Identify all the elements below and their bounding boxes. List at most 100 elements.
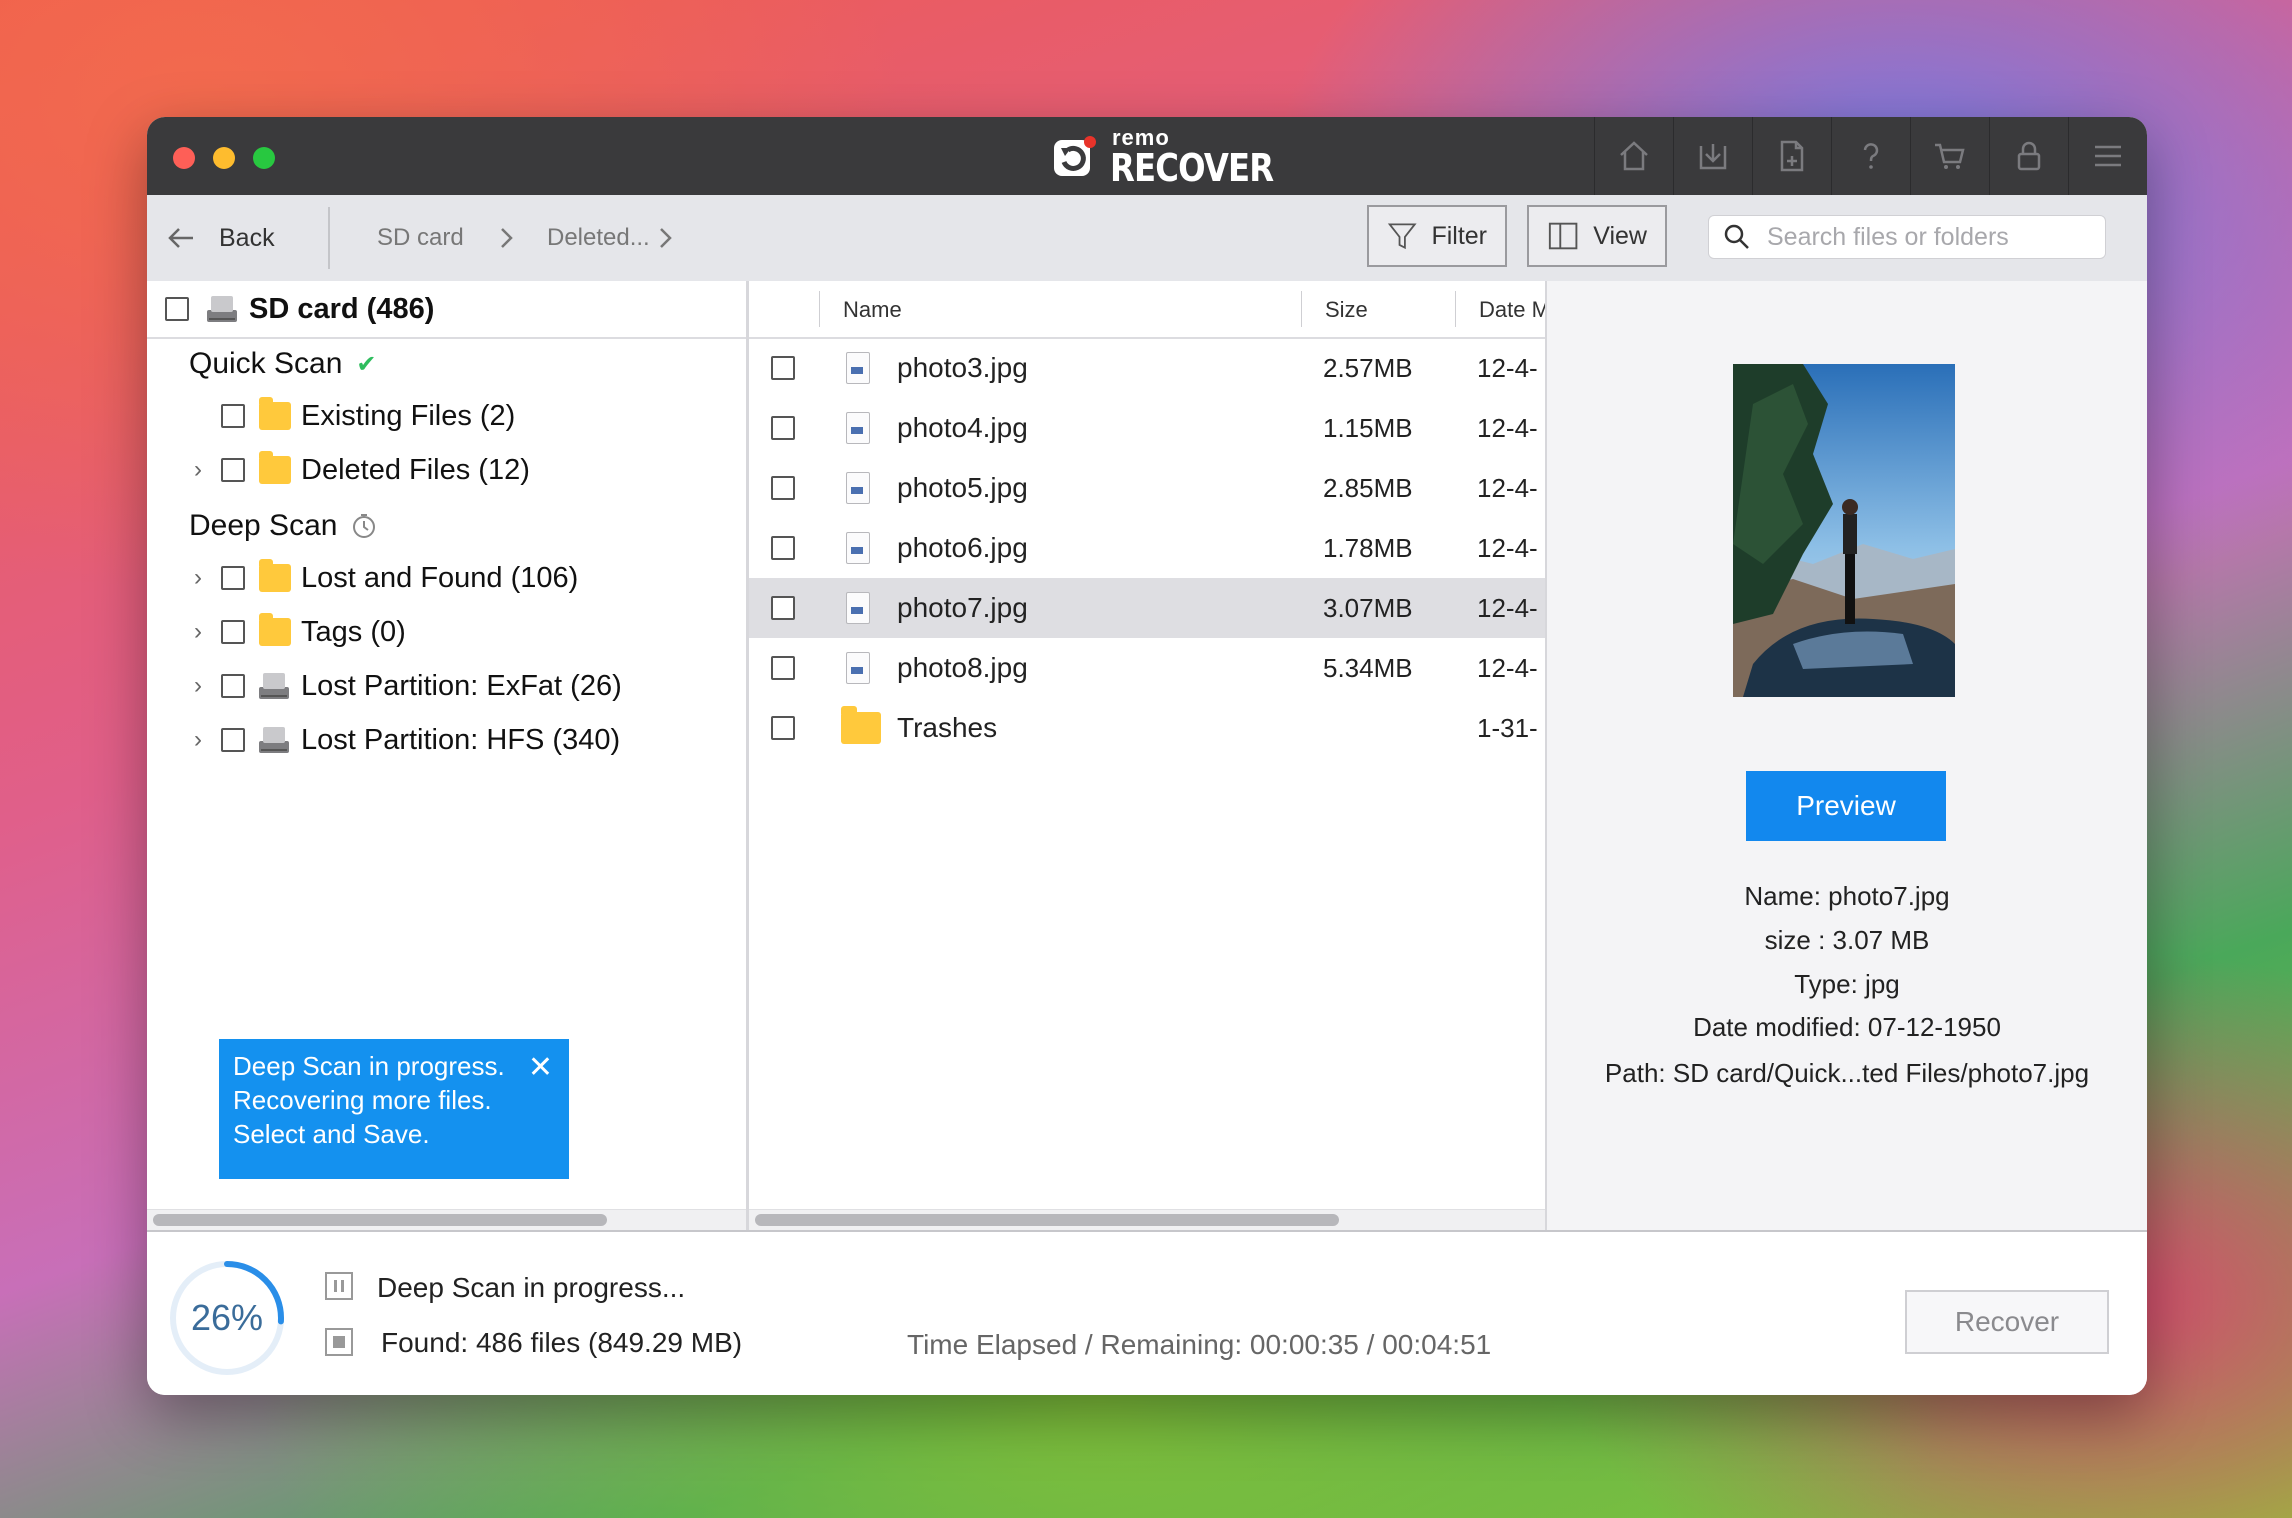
tree-item-label: Tags (0) bbox=[301, 615, 406, 648]
tree-root-row[interactable]: SD card (486) bbox=[147, 281, 746, 339]
tree-item-lost-and-found[interactable]: › Lost and Found (106) bbox=[185, 553, 578, 603]
folder-tree-panel: SD card (486) Quick Scan ✔ Existing File… bbox=[147, 281, 749, 1230]
search-input[interactable] bbox=[1765, 221, 2089, 253]
view-button[interactable]: View bbox=[1527, 205, 1667, 267]
scan-status-text: Deep Scan in progress... bbox=[377, 1272, 686, 1303]
help-button[interactable] bbox=[1831, 117, 1910, 195]
folder-icon bbox=[259, 451, 291, 484]
tree-horizontal-scrollbar[interactable] bbox=[147, 1209, 746, 1230]
tree-item-checkbox[interactable] bbox=[221, 674, 245, 698]
tree-item-checkbox[interactable] bbox=[221, 566, 245, 590]
scrollbar-thumb[interactable] bbox=[153, 1214, 607, 1226]
tree-item-label: Lost Partition: ExFat (26) bbox=[301, 669, 622, 702]
pause-button[interactable] bbox=[325, 1272, 353, 1300]
recover-button[interactable]: Recover bbox=[1905, 1290, 2109, 1354]
row-checkbox[interactable] bbox=[771, 476, 795, 500]
maximize-window-button[interactable] bbox=[253, 147, 275, 169]
detail-date-modified: Date modified: 07-12-1950 bbox=[1693, 1012, 2001, 1042]
search-box[interactable] bbox=[1708, 215, 2106, 259]
tree-item-lost-partition-exfat[interactable]: › Lost Partition: ExFat (26) bbox=[185, 661, 622, 711]
file-size: 1.15MB bbox=[1323, 412, 1413, 443]
file-date: 12-4- bbox=[1477, 652, 1538, 683]
tree-item-label: Lost and Found (106) bbox=[301, 561, 579, 594]
back-label: Back bbox=[219, 223, 275, 252]
menu-button[interactable] bbox=[2068, 117, 2147, 195]
stop-button[interactable] bbox=[325, 1328, 353, 1356]
column-date-header[interactable]: Date M bbox=[1479, 297, 1545, 323]
view-panel-icon bbox=[1548, 222, 1578, 250]
breadcrumb-sd-card[interactable]: SD card bbox=[377, 217, 464, 259]
row-checkbox[interactable] bbox=[771, 656, 795, 680]
checkmark-icon: ✔ bbox=[356, 350, 377, 378]
table-row[interactable]: photo5.jpg 2.85MB 12-4- bbox=[749, 458, 1545, 518]
file-date: 12-4- bbox=[1477, 592, 1538, 623]
close-icon[interactable]: ✕ bbox=[528, 1051, 553, 1085]
activate-button[interactable] bbox=[1989, 117, 2068, 195]
breadcrumb-sd-card-label: SD card bbox=[377, 224, 464, 251]
file-list-horizontal-scrollbar[interactable] bbox=[749, 1209, 1545, 1230]
table-row[interactable]: photo8.jpg 5.34MB 12-4- bbox=[749, 638, 1545, 698]
file-name: photo8.jpg bbox=[897, 652, 1028, 683]
download-icon bbox=[1699, 144, 1727, 170]
tree-item-deleted-files[interactable]: › Deleted Files (12) bbox=[185, 445, 530, 495]
table-row[interactable]: Trashes 1-31- bbox=[749, 698, 1545, 758]
root-checkbox[interactable] bbox=[165, 297, 189, 321]
chevron-right-icon[interactable]: › bbox=[185, 726, 211, 754]
home-button[interactable] bbox=[1594, 117, 1673, 195]
scan-status-bar: 26% Deep Scan in progress... Found: 486 … bbox=[147, 1230, 2147, 1395]
row-checkbox[interactable] bbox=[771, 416, 795, 440]
table-row[interactable]: photo4.jpg 1.15MB 12-4- bbox=[749, 398, 1545, 458]
breadcrumb-chevron-icon bbox=[497, 217, 517, 259]
folder-icon bbox=[259, 559, 291, 592]
scrollbar-thumb[interactable] bbox=[755, 1214, 1339, 1226]
tree-item-tags[interactable]: › Tags (0) bbox=[185, 607, 406, 657]
column-name-header[interactable]: Name bbox=[843, 297, 902, 323]
file-date: 12-4- bbox=[1477, 412, 1538, 443]
filter-label: Filter bbox=[1431, 221, 1487, 250]
quick-scan-header: Quick Scan ✔ bbox=[189, 347, 377, 381]
tree-item-checkbox[interactable] bbox=[221, 728, 245, 752]
tree-item-checkbox[interactable] bbox=[221, 404, 245, 428]
row-checkbox[interactable] bbox=[771, 356, 795, 380]
tree-item-checkbox[interactable] bbox=[221, 620, 245, 644]
minimize-window-button[interactable] bbox=[213, 147, 235, 169]
remo-logo-icon bbox=[1054, 136, 1096, 176]
stop-icon bbox=[333, 1336, 345, 1348]
chevron-right-icon[interactable]: › bbox=[185, 672, 211, 700]
chevron-right-icon[interactable]: › bbox=[185, 456, 211, 484]
file-date: 12-4- bbox=[1477, 532, 1538, 563]
cart-button[interactable] bbox=[1910, 117, 1989, 195]
table-row[interactable]: photo6.jpg 1.78MB 12-4- bbox=[749, 518, 1545, 578]
close-window-button[interactable] bbox=[173, 147, 195, 169]
row-checkbox[interactable] bbox=[771, 536, 795, 560]
found-files-text: Found: 486 files (849.29 MB) bbox=[381, 1327, 743, 1358]
help-icon bbox=[1863, 143, 1879, 169]
column-divider bbox=[1301, 291, 1302, 327]
tree-item-label: Deleted Files (12) bbox=[301, 453, 530, 486]
lock-icon bbox=[2017, 141, 2041, 171]
title-bar: remo RECOVER bbox=[147, 117, 2147, 195]
filter-button[interactable]: Filter bbox=[1367, 205, 1507, 267]
sd-card-drive-icon bbox=[207, 296, 237, 322]
column-size-header[interactable]: Size bbox=[1325, 297, 1368, 323]
deep-scan-toast: Deep Scan in progress. Recovering more f… bbox=[219, 1039, 569, 1179]
file-name: Trashes bbox=[897, 712, 998, 743]
table-row-selected[interactable]: photo7.jpg 3.07MB 12-4- bbox=[749, 578, 1545, 638]
breadcrumb-deleted[interactable]: Deleted... bbox=[547, 217, 676, 259]
table-row[interactable]: photo3.jpg 2.57MB 12-4- bbox=[749, 338, 1545, 398]
load-session-button[interactable] bbox=[1752, 117, 1831, 195]
tree-item-checkbox[interactable] bbox=[221, 458, 245, 482]
image-file-icon bbox=[846, 352, 870, 384]
preview-button[interactable]: Preview bbox=[1746, 771, 1946, 841]
column-divider bbox=[819, 291, 820, 327]
row-checkbox[interactable] bbox=[771, 716, 795, 740]
new-file-icon bbox=[1780, 140, 1804, 172]
chevron-right-icon[interactable]: › bbox=[185, 564, 211, 592]
back-button[interactable]: Back bbox=[165, 217, 275, 259]
save-session-button[interactable] bbox=[1673, 117, 1752, 195]
detail-type: Type: jpg bbox=[1794, 969, 1900, 999]
tree-item-existing-files[interactable]: Existing Files (2) bbox=[185, 391, 515, 441]
chevron-right-icon[interactable]: › bbox=[185, 618, 211, 646]
tree-item-lost-partition-hfs[interactable]: › Lost Partition: HFS (340) bbox=[185, 715, 620, 765]
row-checkbox[interactable] bbox=[771, 596, 795, 620]
